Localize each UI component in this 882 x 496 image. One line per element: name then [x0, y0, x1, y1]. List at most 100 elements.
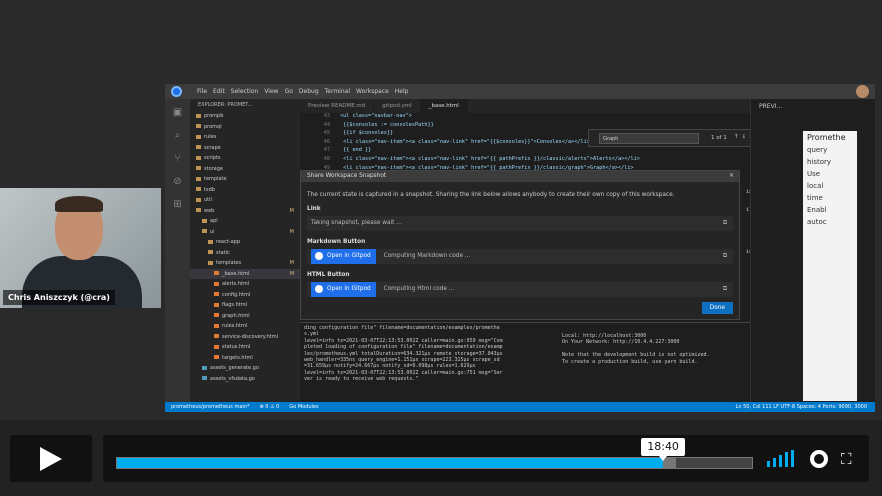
file-item[interactable]: assets_vfsdata.go	[190, 374, 300, 385]
file-item[interactable]: alerts.html	[190, 279, 300, 290]
find-count: 1 of 1	[711, 135, 727, 141]
file-name: status.html	[222, 344, 251, 350]
copy-icon[interactable]: ⧉	[723, 282, 727, 297]
copy-icon[interactable]: ⧉	[723, 249, 727, 264]
file-name: api	[210, 218, 218, 224]
preview-text: autoc	[807, 218, 827, 226]
line-text: <li class="nav-item"><a class="nav-link"…	[340, 138, 590, 145]
open-in-gitpod-button[interactable]: Open in Gitpod	[311, 249, 376, 264]
menu-workspace[interactable]: Workspace	[356, 88, 389, 95]
menu-selection[interactable]: Selection	[231, 88, 259, 95]
file-item[interactable]: service-discovery.html	[190, 332, 300, 343]
file-item[interactable]: rules.html	[190, 321, 300, 332]
source-control-icon[interactable]: ⑂	[175, 153, 181, 164]
file-name: alerts.html	[222, 281, 250, 287]
folder-item[interactable]: scripts	[190, 153, 300, 164]
presenter-name: Chris Aniszczyk (@cra)	[3, 290, 115, 305]
play-button[interactable]	[10, 435, 92, 482]
open-in-gitpod-button[interactable]: Open in Gitpod	[311, 282, 376, 297]
menu-debug[interactable]: Debug	[299, 88, 319, 95]
file-icon	[214, 302, 219, 307]
link-value: Taking snapshot, please wait ...	[311, 220, 402, 226]
close-icon[interactable]: ×	[729, 171, 734, 182]
status-right: Ln 50, Col 111 LF UTF-8 Spaces: 4 Ports:…	[735, 404, 867, 410]
volume-icon[interactable]	[767, 450, 797, 467]
progress-fill	[117, 458, 664, 468]
dialog-title-text: Share Workspace Snapshot	[307, 173, 387, 179]
debug-icon[interactable]: ⊘	[173, 176, 181, 187]
folder-item[interactable]: react-app	[190, 237, 300, 248]
file-item[interactable]: assets_generate.go	[190, 363, 300, 374]
file-item[interactable]: targets.html	[190, 353, 300, 364]
tab-1[interactable]: gitpod.yml	[374, 99, 421, 113]
user-avatar[interactable]	[856, 85, 869, 98]
status-problems[interactable]: ⊗ 0 ⚠ 0	[259, 404, 279, 410]
done-button[interactable]: Done	[701, 302, 733, 314]
menu-go[interactable]: Go	[285, 88, 293, 95]
folder-item[interactable]: util	[190, 195, 300, 206]
share-snapshot-dialog: Share Workspace Snapshot × The current s…	[300, 170, 740, 320]
time-tooltip: 18:40	[641, 438, 686, 461]
folder-item[interactable]: template	[190, 174, 300, 185]
file-item[interactable]: graph.html	[190, 311, 300, 322]
file-icon	[214, 292, 219, 296]
tab-0[interactable]: Preview README.md	[300, 99, 375, 113]
copy-icon[interactable]: ⧉	[723, 216, 727, 231]
folder-icon	[202, 218, 207, 223]
file-name: react-app	[216, 239, 241, 245]
line-number: 45	[323, 130, 330, 137]
line-number: 47	[323, 147, 330, 154]
folder-icon	[196, 113, 201, 118]
folder-item[interactable]: rules	[190, 132, 300, 143]
extensions-icon[interactable]: ⊞	[173, 199, 181, 210]
folder-item[interactable]: static	[190, 248, 300, 259]
file-name: web	[204, 207, 215, 214]
file-icon	[214, 344, 219, 349]
html-field[interactable]: Open in Gitpod Computing Html code ... ⧉	[307, 282, 733, 297]
file-name: assets_generate.go	[210, 365, 259, 371]
menu-help[interactable]: Help	[395, 88, 409, 95]
tab-2[interactable]: _base.html	[420, 99, 468, 113]
menu-edit[interactable]: Edit	[213, 88, 225, 95]
files-icon[interactable]: ▣	[173, 107, 182, 118]
fullscreen-icon[interactable]: ⛶	[841, 451, 857, 467]
folder-item[interactable]: prompb	[190, 111, 300, 122]
folder-item[interactable]: web M	[190, 206, 300, 217]
folder-item[interactable]: storage	[190, 164, 300, 175]
preview-panel: PREVI... Promethe query history Use local tim…	[750, 99, 875, 402]
terminal-panel[interactable]: ding configuration file" filename=docume…	[300, 322, 750, 402]
search-icon[interactable]: ⌕	[175, 130, 181, 141]
find-input[interactable]	[599, 133, 699, 144]
link-field[interactable]: Taking snapshot, please wait ... ⧉	[307, 216, 733, 231]
html-label: HTML Button	[307, 272, 350, 278]
folder-item[interactable]: tsdb	[190, 185, 300, 196]
line-number: 46	[323, 138, 330, 145]
status-go-modules[interactable]: Go Modules	[289, 404, 318, 410]
menu-terminal[interactable]: Terminal	[325, 88, 350, 95]
video-frame[interactable]: File Edit Selection View Go Debug Terminal Work…	[0, 0, 882, 420]
status-bar: prometheus/prometheus main* ⊗ 0 ⚠ 0 Go M…	[165, 402, 875, 412]
dialog-title: Share Workspace Snapshot ×	[301, 171, 739, 182]
code-line: 48 <li class="nav-item"><a class="nav-li…	[300, 156, 750, 165]
menu-view[interactable]: View	[264, 88, 278, 95]
folder-item[interactable]: ui M	[190, 227, 300, 238]
preview-title: PREVI...	[759, 103, 783, 110]
folder-icon	[196, 166, 201, 170]
folder-item[interactable]: templates M	[190, 258, 300, 269]
progress-track[interactable]: 18:40	[116, 438, 753, 469]
file-icon	[214, 355, 219, 359]
activity-bar: ▣ ⌕ ⑂ ⊘ ⊞	[165, 99, 190, 402]
settings-gear-icon[interactable]	[810, 450, 828, 468]
file-item[interactable]: config.html	[190, 290, 300, 301]
folder-item[interactable]: api	[190, 216, 300, 227]
status-repo[interactable]: prometheus/prometheus main*	[171, 404, 249, 410]
file-item[interactable]: flags.html	[190, 300, 300, 311]
folder-icon	[196, 145, 201, 149]
folder-item[interactable]: scrape	[190, 143, 300, 154]
folder-item[interactable]: promql	[190, 122, 300, 133]
file-item[interactable]: status.html	[190, 342, 300, 353]
explorer-title: EXPLORER: PROMET...	[198, 102, 253, 108]
file-item[interactable]: _base.html M	[190, 268, 300, 279]
markdown-field[interactable]: Open in Gitpod Computing Markdown code .…	[307, 249, 733, 264]
menu-file[interactable]: File	[197, 88, 207, 95]
